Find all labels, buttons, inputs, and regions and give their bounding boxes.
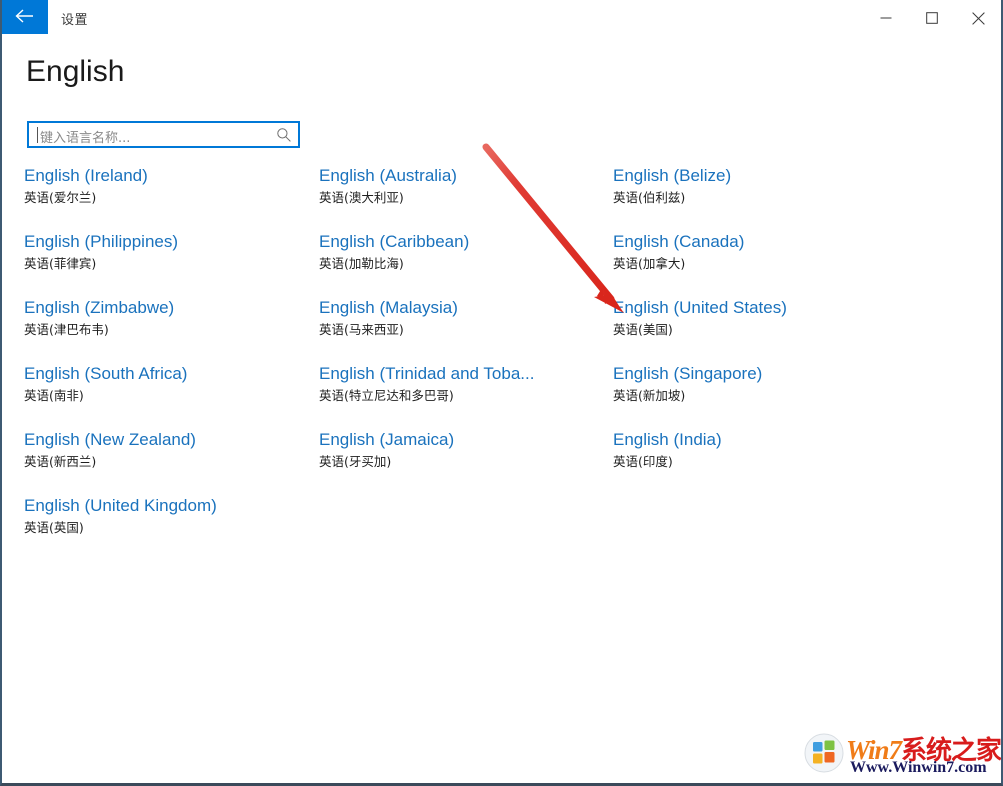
language-name-cn: 英语(爱尔兰) bbox=[24, 190, 97, 205]
minimize-button[interactable] bbox=[863, 0, 909, 32]
language-name-cn: 英语(津巴布韦) bbox=[24, 322, 109, 337]
close-button[interactable] bbox=[955, 0, 1001, 32]
language-name-en: English (South Africa) bbox=[24, 364, 188, 383]
watermark-url: Www.Winwin7.com bbox=[850, 759, 987, 776]
language-name-cn: 英语(澳大利亚) bbox=[319, 190, 404, 205]
language-item[interactable]: English (New Zealand) 英语(新西兰) bbox=[24, 430, 320, 496]
language-item[interactable]: English (Canada) 英语(加拿大) bbox=[613, 232, 909, 298]
maximize-button[interactable] bbox=[909, 0, 955, 32]
language-item[interactable]: English (Trinidad and Toba... 英语(特立尼达和多巴… bbox=[319, 364, 615, 430]
language-name-en: English (India) bbox=[613, 430, 722, 449]
search-input[interactable]: 键入语言名称... bbox=[27, 121, 300, 148]
back-button[interactable] bbox=[2, 0, 48, 34]
watermark: Win7系统之家 Www.Winwin7.com bbox=[802, 729, 1001, 781]
language-name-cn: 英语(南非) bbox=[24, 388, 84, 403]
window-title: 设置 bbox=[61, 13, 89, 28]
language-name-cn: 英语(特立尼达和多巴哥) bbox=[319, 388, 454, 403]
language-item[interactable]: English (Malaysia) 英语(马来西亚) bbox=[319, 298, 615, 364]
watermark-brand: Win7系统之家 bbox=[846, 730, 1001, 766]
language-column-1: English (Ireland) 英语(爱尔兰) English (Phili… bbox=[24, 166, 320, 562]
language-name-en: English (Caribbean) bbox=[319, 232, 470, 251]
language-item[interactable]: English (Ireland) 英语(爱尔兰) bbox=[24, 166, 320, 232]
language-name-cn: 英语(新西兰) bbox=[24, 454, 97, 469]
language-name-en: English (Canada) bbox=[613, 232, 745, 251]
back-arrow-icon bbox=[15, 9, 33, 23]
language-name-en: English (Zimbabwe) bbox=[24, 298, 175, 317]
title-bar: 设置 bbox=[2, 0, 1001, 38]
language-name-en: English (Malaysia) bbox=[319, 298, 458, 317]
language-name-cn: 英语(英国) bbox=[24, 520, 84, 535]
language-name-en: English (Trinidad and Toba... bbox=[319, 364, 535, 383]
windows-orb-icon bbox=[804, 733, 844, 773]
language-name-en: English (United States) bbox=[613, 298, 787, 317]
language-name-cn: 英语(印度) bbox=[613, 454, 673, 469]
language-item[interactable]: English (Jamaica) 英语(牙买加) bbox=[319, 430, 615, 496]
language-name-en: English (United Kingdom) bbox=[24, 496, 217, 515]
language-name-cn: 英语(马来西亚) bbox=[319, 322, 404, 337]
language-item[interactable]: English (Australia) 英语(澳大利亚) bbox=[319, 166, 615, 232]
language-item[interactable]: English (Caribbean) 英语(加勒比海) bbox=[319, 232, 615, 298]
language-item[interactable]: English (South Africa) 英语(南非) bbox=[24, 364, 320, 430]
language-column-3: English (Belize) 英语(伯利兹) English (Canada… bbox=[613, 166, 909, 496]
language-name-cn: 英语(美国) bbox=[613, 322, 673, 337]
search-icon[interactable] bbox=[276, 127, 292, 143]
language-item[interactable]: English (United Kingdom) 英语(英国) bbox=[24, 496, 320, 562]
close-icon bbox=[971, 12, 985, 25]
language-item[interactable]: English (Belize) 英语(伯利兹) bbox=[613, 166, 909, 232]
language-item[interactable]: English (Zimbabwe) 英语(津巴布韦) bbox=[24, 298, 320, 364]
language-item-united-states[interactable]: English (United States) 英语(美国) bbox=[613, 298, 909, 364]
search-placeholder: 键入语言名称... bbox=[40, 131, 131, 146]
minimize-icon bbox=[880, 17, 892, 19]
settings-window: 设置 English 键入语言名称... English (Ireland) 英… bbox=[0, 0, 1003, 786]
language-name-en: English (Australia) bbox=[319, 166, 457, 185]
language-name-en: English (Jamaica) bbox=[319, 430, 455, 449]
language-item[interactable]: English (India) 英语(印度) bbox=[613, 430, 909, 496]
language-name-cn: 英语(新加坡) bbox=[613, 388, 686, 403]
language-item[interactable]: English (Philippines) 英语(菲律宾) bbox=[24, 232, 320, 298]
language-name-en: English (Ireland) bbox=[24, 166, 148, 185]
language-name-cn: 英语(伯利兹) bbox=[613, 190, 686, 205]
language-column-2: English (Australia) 英语(澳大利亚) English (Ca… bbox=[319, 166, 615, 496]
maximize-icon bbox=[926, 12, 938, 24]
language-name-cn: 英语(加拿大) bbox=[613, 256, 686, 271]
language-name-cn: 英语(牙买加) bbox=[319, 454, 392, 469]
language-name-cn: 英语(菲律宾) bbox=[24, 256, 97, 271]
language-item[interactable]: English (Singapore) 英语(新加坡) bbox=[613, 364, 909, 430]
language-name-en: English (New Zealand) bbox=[24, 430, 196, 449]
page-title: English bbox=[26, 55, 125, 88]
magnifier-glyph bbox=[277, 128, 291, 142]
language-name-en: English (Belize) bbox=[613, 166, 732, 185]
language-name-cn: 英语(加勒比海) bbox=[319, 256, 404, 271]
language-name-en: English (Philippines) bbox=[24, 232, 179, 251]
text-caret bbox=[37, 127, 38, 143]
language-name-en: English (Singapore) bbox=[613, 364, 763, 383]
